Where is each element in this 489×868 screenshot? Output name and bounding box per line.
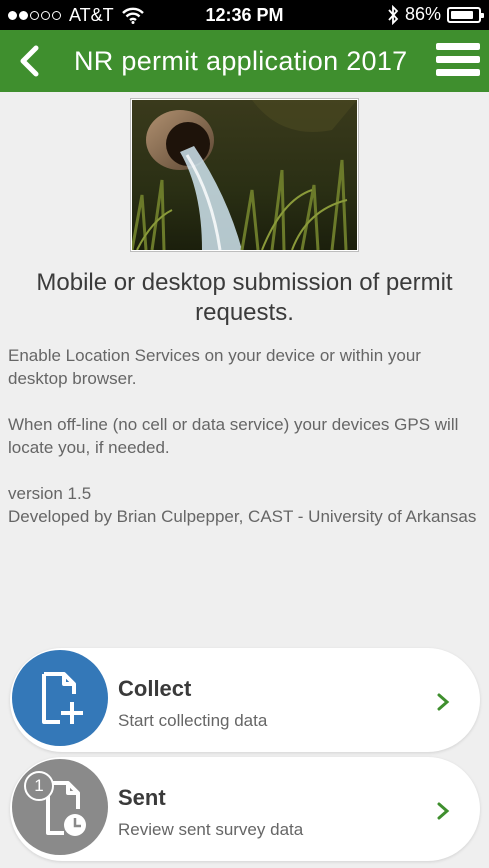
collect-subtitle: Start collecting data (118, 711, 268, 730)
description: Enable Location Services on your device … (8, 344, 478, 528)
sent-document-clock-icon (46, 781, 86, 836)
version-text: version 1.5 (8, 484, 92, 503)
page-title: NR permit application 2017 (74, 46, 408, 76)
nav-bar: NR permit application 2017 (0, 30, 489, 92)
chevron-right-icon (437, 693, 450, 711)
chevron-right-icon (437, 802, 450, 820)
location-services-text: Enable Location Services on your device … (8, 346, 421, 388)
collect-icon-circle (12, 650, 108, 746)
back-chevron-icon[interactable] (14, 44, 48, 78)
offline-gps-text: When off-line (no cell or data service) … (8, 415, 459, 457)
sent-subtitle: Review sent survey data (118, 820, 304, 839)
battery-icon (447, 6, 484, 23)
bluetooth-icon (388, 4, 399, 25)
collect-title: Collect (118, 676, 192, 701)
sent-icon-circle (12, 759, 108, 855)
hero-image-pipe-water (130, 98, 359, 252)
sent-count-badge: 1 (24, 771, 54, 801)
battery-percent: 86% (404, 4, 441, 24)
status-right: 86% (387, 4, 484, 25)
headline: Mobile or desktop submission of permit r… (36, 269, 453, 326)
collect-button[interactable]: Collect Start collecting data (10, 648, 480, 752)
status-bar: AT&T 12:36 PM 86% (0, 0, 489, 30)
sent-title: Sent (118, 785, 166, 810)
sent-button[interactable]: 1 Sent Review sent survey data (10, 757, 480, 861)
hamburger-menu-icon[interactable] (436, 43, 480, 79)
developer-text: Developed by Brian Culpepper, CAST - Uni… (8, 507, 477, 526)
new-document-icon (42, 672, 83, 724)
